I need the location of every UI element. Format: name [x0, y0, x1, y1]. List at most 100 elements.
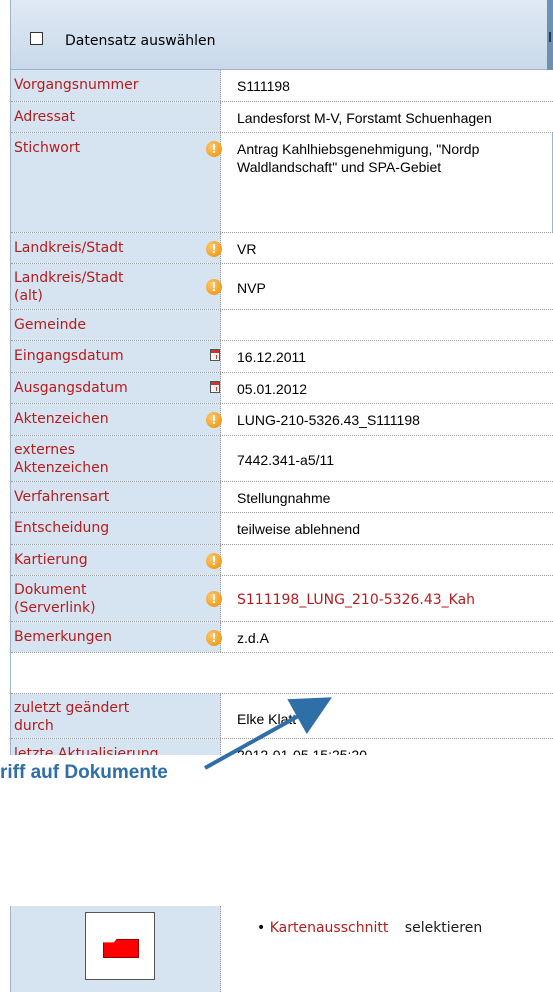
- value-cell: [235, 310, 553, 340]
- value-cell: Stellungnahme: [235, 482, 553, 512]
- label-line-1: externes: [14, 442, 76, 458]
- row-stichwort: Stichwort ! Antrag Kahlhiebsgenehmigung,…: [11, 133, 553, 233]
- warning-icon[interactable]: !: [206, 591, 222, 607]
- row-zuletzt-geaendert: zuletzt geändert durch Elke Klatt: [11, 693, 553, 739]
- field-value: teilweise ablehnend: [237, 521, 360, 537]
- value-cell: z.d.A: [235, 622, 553, 652]
- label-cell: zuletzt geändert durch: [11, 694, 221, 738]
- row-dokument: Dokument (Serverlink) ! S111198_LUNG_210-…: [11, 576, 553, 622]
- value-cell: S111198: [235, 70, 553, 101]
- row-vorgangsnummer: Vorgangsnummer S111198: [11, 70, 553, 102]
- warning-icon[interactable]: !: [206, 241, 222, 257]
- value-cell: Landesforst M-V, Forstamt Schuenhagen: [235, 102, 553, 132]
- record-table: Vorgangsnummer S111198 Adressat Landesfo…: [10, 70, 553, 770]
- field-label: Kartierung: [14, 552, 88, 568]
- row-ausgangsdatum: Ausgangsdatum 05.01.2012: [11, 373, 553, 404]
- row-verfahrensart: Verfahrensart Stellungnahme: [11, 482, 553, 513]
- value-cell: LUNG-210-5326.43_S111198: [235, 404, 553, 435]
- row-aktenzeichen: Aktenzeichen ! LUNG-210-5326.43_S111198: [11, 404, 553, 436]
- value-cell: S111198_LUNG_210-5326.43_Kah: [235, 576, 553, 621]
- label-cell: Stichwort !: [11, 133, 222, 232]
- row-entscheidung: Entscheidung teilweise ablehnend: [11, 513, 553, 545]
- row-gemeinde: Gemeinde: [11, 310, 553, 341]
- label-cell: Ausgangsdatum: [11, 373, 221, 403]
- label-cell: Vorgangsnummer: [11, 70, 221, 101]
- document-server-link[interactable]: S111198_LUNG_210-5326.43_Kah: [237, 591, 553, 609]
- field-value: z.d.A: [237, 630, 269, 646]
- label-cell: Dokument (Serverlink) !: [11, 576, 222, 621]
- row-externes-aktenzeichen: externes Aktenzeichen 7442.341-a5/11: [11, 436, 553, 482]
- map-row: • Kartenausschnitt selektieren: [10, 906, 553, 992]
- value-cell: Elke Klatt: [235, 694, 553, 738]
- map-excerpt-link[interactable]: Kartenausschnitt: [270, 920, 389, 936]
- field-label: Bemerkungen: [14, 629, 113, 645]
- select-record-checkbox[interactable]: [30, 32, 43, 45]
- field-label: Ausgangsdatum: [14, 380, 128, 396]
- field-label: Verfahrensart: [14, 489, 110, 505]
- label-cell: Verfahrensart: [11, 482, 221, 512]
- warning-icon[interactable]: !: [206, 553, 222, 569]
- label-line-2: (Serverlink): [14, 600, 96, 616]
- annotation-text: riff auf Dokumente: [0, 762, 168, 783]
- label-cell: Gemeinde: [11, 310, 221, 340]
- field-value: Stellungnahme: [237, 490, 331, 506]
- value-cell: VR: [235, 233, 553, 263]
- label-cell: Entscheidung: [11, 513, 221, 544]
- field-label: Landkreis/Stadt (alt): [14, 269, 194, 305]
- left-margin: [0, 0, 10, 992]
- value-cell: 7442.341-a5/11: [235, 436, 553, 481]
- field-label: Adressat: [14, 109, 75, 125]
- field-label: Aktenzeichen: [14, 411, 109, 427]
- value-cell: 05.01.2012: [235, 373, 553, 403]
- label-cell: Kartierung !: [11, 545, 222, 575]
- row-landkreis-alt: Landkreis/Stadt (alt) ! NVP: [11, 264, 553, 310]
- warning-icon[interactable]: !: [206, 279, 222, 295]
- textarea-line-2: Waldlandschaft" und SPA-Gebiet: [237, 159, 442, 175]
- textarea-value[interactable]: Antrag Kahlhiebsgenehmigung, "Nordp Wald…: [235, 133, 553, 232]
- field-label: zuletzt geändert durch: [14, 699, 194, 735]
- map-area-shape: [103, 939, 139, 958]
- calendar-icon[interactable]: [210, 349, 220, 361]
- field-value: 05.01.2012: [237, 381, 308, 397]
- label-cell: externes Aktenzeichen: [11, 436, 221, 481]
- field-label: Vorgangsnummer: [14, 77, 139, 93]
- label-cell: Eingangsdatum: [11, 341, 221, 372]
- label-line-2: (alt): [14, 288, 43, 304]
- label-line-2: durch: [14, 718, 54, 734]
- value-cell: 16.12.2011: [235, 341, 553, 372]
- label-line-1: Dokument: [14, 582, 87, 598]
- warning-icon[interactable]: !: [206, 412, 222, 428]
- value-cell: NVP: [235, 264, 553, 309]
- row-kartierung: Kartierung !: [11, 545, 553, 576]
- bullet-icon: •: [257, 920, 266, 936]
- warning-icon[interactable]: !: [206, 141, 222, 157]
- field-label: Entscheidung: [14, 520, 110, 536]
- select-record-label: Datensatz auswählen: [65, 33, 216, 49]
- row-landkreis: Landkreis/Stadt ! VR: [11, 233, 553, 264]
- label-cell: Adressat: [11, 102, 221, 132]
- field-value: LUNG-210-5326.43_S111198: [237, 412, 420, 428]
- field-label: Stichwort: [14, 140, 81, 156]
- label-line-2: Aktenzeichen: [14, 460, 109, 476]
- field-label: Landkreis/Stadt: [14, 240, 124, 256]
- field-value: VR: [237, 241, 257, 257]
- label-cell: Aktenzeichen !: [11, 404, 222, 435]
- row-bemerkungen: Bemerkungen ! z.d.A: [11, 622, 553, 653]
- map-select-text: selektieren: [404, 920, 483, 936]
- row-adressat: Adressat Landesforst M-V, Forstamt Schue…: [11, 102, 553, 133]
- map-thumbnail[interactable]: [85, 912, 155, 980]
- field-value: NVP: [237, 280, 266, 296]
- value-cell: teilweise ablehnend: [235, 513, 553, 544]
- field-label: Gemeinde: [14, 317, 86, 333]
- edge-mark: [549, 32, 551, 42]
- calendar-icon[interactable]: [210, 381, 220, 393]
- header-right-edge: [547, 0, 553, 70]
- row-eingangsdatum: Eingangsdatum 16.12.2011: [11, 341, 553, 373]
- warning-icon[interactable]: !: [206, 630, 222, 646]
- field-label: Dokument (Serverlink): [14, 581, 194, 617]
- map-select-item: • Kartenausschnitt selektieren: [257, 920, 482, 936]
- label-cell: Landkreis/Stadt (alt) !: [11, 264, 222, 309]
- field-value: S111198: [237, 78, 290, 94]
- textarea-line-1: Antrag Kahlhiebsgenehmigung, "Nordp: [237, 141, 480, 157]
- field-value: Landesforst M-V, Forstamt Schuenhagen: [237, 110, 492, 126]
